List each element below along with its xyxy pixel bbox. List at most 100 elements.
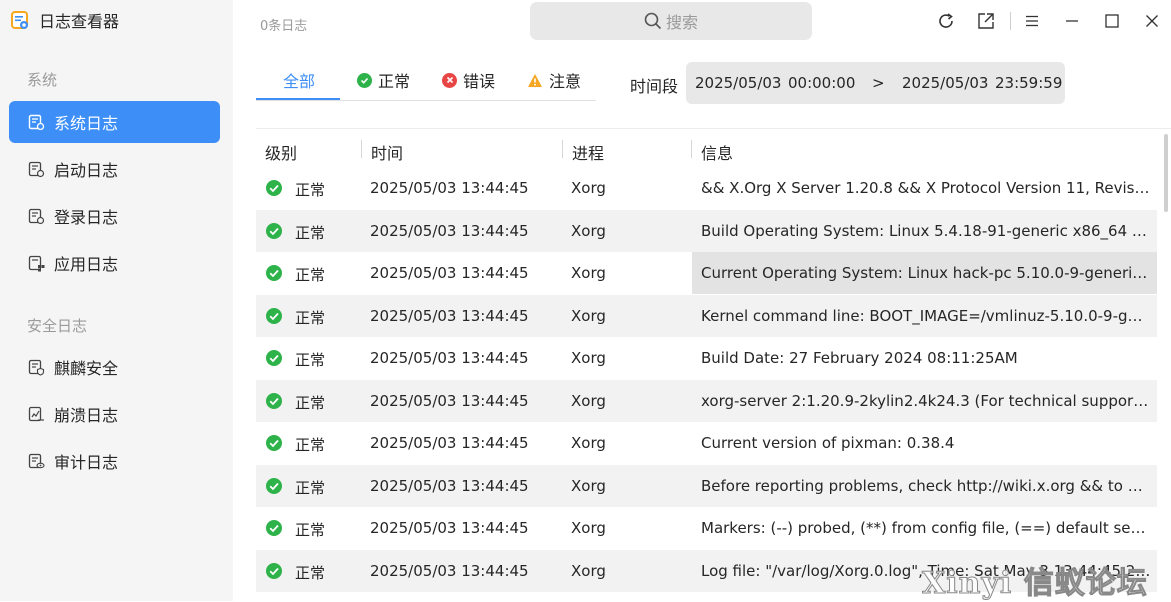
process-cell: Xorg [571, 477, 606, 495]
close-icon [1146, 15, 1158, 27]
time-cell: 2025/05/03 13:44:45 [370, 434, 529, 452]
time-cell: 2025/05/03 13:44:45 [370, 392, 529, 410]
refresh-button[interactable] [935, 10, 957, 32]
table-row[interactable]: 正常 2025/05/03 13:44:45 Xorg Before reportin… [256, 465, 1157, 507]
column-header-time[interactable]: 时间 [371, 140, 403, 164]
kylin-security-icon [28, 359, 45, 376]
sidebar-item-kylin-security[interactable]: 麒麟安全 [9, 346, 220, 388]
table-row[interactable]: 正常 2025/05/03 13:44:45 Xorg Current Operati… [256, 252, 1157, 294]
sidebar-item-label: 系统日志 [54, 114, 119, 133]
time-cell: 2025/05/03 13:44:45 [370, 562, 529, 580]
level-cell: 正常 [295, 521, 326, 539]
search-icon [644, 12, 662, 30]
warning-triangle-icon [528, 73, 542, 87]
end-time[interactable]: 23:59:59 [995, 74, 1062, 92]
table-row[interactable]: 正常 2025/05/03 13:44:45 Xorg Current version… [256, 422, 1157, 464]
crash-log-icon [28, 406, 44, 421]
system-log-icon [28, 114, 45, 130]
table-row[interactable]: 正常 2025/05/03 13:44:45 Xorg Kernel command … [256, 295, 1157, 337]
time-cell: 2025/05/03 13:44:45 [370, 519, 529, 537]
tab-all[interactable]: 全部 [283, 60, 315, 100]
process-cell: Xorg [571, 434, 606, 452]
level-cell: 正常 [295, 479, 326, 497]
start-date[interactable]: 2025/05/03 [695, 74, 781, 92]
column-header-process[interactable]: 进程 [572, 140, 604, 164]
sidebar-item-system-log[interactable]: 系统日志 [9, 101, 220, 143]
active-tab-indicator [256, 98, 340, 100]
sidebar-item-crash-log[interactable]: 崩溃日志 [9, 393, 220, 435]
check-circle-icon [266, 265, 282, 281]
maximize-button[interactable] [1101, 10, 1123, 32]
check-circle-icon [266, 308, 282, 324]
close-button[interactable] [1141, 10, 1163, 32]
check-circle-icon [357, 72, 372, 88]
log-viewer-logo-icon [10, 10, 30, 30]
process-cell: Xorg [571, 392, 606, 410]
tab-warning[interactable]: 注意 [527, 60, 581, 100]
sidebar-item-label: 麒麟安全 [54, 359, 119, 378]
process-cell: Xorg [571, 562, 606, 580]
date-range-picker[interactable]: 2025/05/03 00:00:00 > 2025/05/03 23:59:5… [686, 62, 1065, 104]
column-header-message[interactable]: 信息 [701, 140, 733, 164]
sidebar-item-label: 应用日志 [54, 255, 119, 274]
tab-error[interactable]: 错误 [442, 60, 495, 100]
level-cell: 正常 [295, 351, 326, 369]
table-top-divider [256, 128, 1171, 129]
tab-label: 全部 [283, 72, 316, 91]
level-cell: 正常 [295, 309, 326, 327]
time-cell: 2025/05/03 13:44:45 [370, 264, 529, 282]
sidebar-item-label: 登录日志 [54, 208, 119, 227]
level-cell: 正常 [295, 181, 326, 199]
table-row[interactable]: 正常 2025/05/03 13:44:45 Xorg && X.Org X Ser… [256, 167, 1157, 209]
sidebar-item-app-log[interactable]: 应用日志 [9, 242, 220, 284]
message-cell: Kernel command line: BOOT_IMAGE=/vmlinuz… [701, 307, 1151, 325]
time-cell: 2025/05/03 13:44:45 [370, 222, 529, 240]
sidebar-item-label: 审计日志 [54, 453, 119, 472]
level-filter-tabs: 全部 正常 错误 注意 [256, 60, 596, 101]
minimize-button[interactable] [1061, 10, 1083, 32]
sidebar: 日志查看器 系统 系统日志 启动日志 登录日志 应用日志 安全日志 麒麟安全 崩… [0, 0, 233, 601]
check-circle-icon [266, 563, 282, 579]
login-log-icon [28, 208, 45, 224]
table-row[interactable]: 正常 2025/05/03 13:44:45 Xorg Build Operating… [256, 210, 1157, 252]
tab-label: 正常 [378, 72, 411, 91]
column-header-level[interactable]: 级别 [265, 140, 297, 164]
sidebar-item-login-log[interactable]: 登录日志 [9, 195, 220, 237]
time-cell: 2025/05/03 13:44:45 [370, 179, 529, 197]
menu-button[interactable] [1021, 10, 1043, 32]
maximize-icon [1105, 14, 1119, 28]
message-cell: xorg-server 2:1.20.9-2kylin2.4k24.3 (For… [701, 392, 1151, 410]
vertical-scrollbar[interactable] [1164, 134, 1168, 212]
log-count: 0条日志 [260, 19, 308, 34]
message-cell: Build Operating System: Linux 5.4.18-91-… [701, 222, 1151, 240]
sidebar-item-label: 启动日志 [54, 161, 119, 180]
check-circle-icon [266, 478, 282, 494]
tab-normal[interactable]: 正常 [357, 60, 410, 100]
table-row[interactable]: 正常 2025/05/03 13:44:45 Xorg Markers: (--) p… [256, 507, 1157, 549]
app-log-icon [28, 255, 45, 271]
minimize-icon [1066, 20, 1078, 22]
message-cell: Markers: (--) probed, (**) from config f… [701, 519, 1151, 537]
audit-log-icon [28, 453, 45, 468]
search-input[interactable]: 搜索 [530, 2, 812, 40]
message-cell: Current version of pixman: 0.38.4 [701, 434, 955, 452]
start-time[interactable]: 00:00:00 [788, 74, 855, 92]
section-label-security: 安全日志 [27, 317, 88, 335]
forum-watermark: Xinyi 信蚁论坛 [922, 566, 1148, 602]
table-row[interactable]: 正常 2025/05/03 13:44:45 Xorg xorg-server 2:1… [256, 380, 1157, 422]
time-cell: 2025/05/03 13:44:45 [370, 349, 529, 367]
sidebar-item-label: 崩溃日志 [54, 406, 119, 425]
process-cell: Xorg [571, 179, 606, 197]
table-row[interactable]: 正常 2025/05/03 13:44:45 Xorg Build Date: 27 … [256, 337, 1157, 379]
sidebar-item-boot-log[interactable]: 启动日志 [9, 148, 220, 190]
process-cell: Xorg [571, 519, 606, 537]
column-divider [361, 140, 362, 158]
sidebar-item-audit-log[interactable]: 审计日志 [9, 440, 220, 482]
export-button[interactable] [975, 10, 997, 32]
check-circle-icon [266, 520, 282, 536]
check-circle-icon [266, 435, 282, 451]
tab-label: 错误 [463, 72, 496, 91]
end-date[interactable]: 2025/05/03 [902, 74, 988, 92]
message-cell: Build Date: 27 February 2024 08:11:25AM [701, 349, 1018, 367]
toolbar-divider [1010, 12, 1011, 30]
